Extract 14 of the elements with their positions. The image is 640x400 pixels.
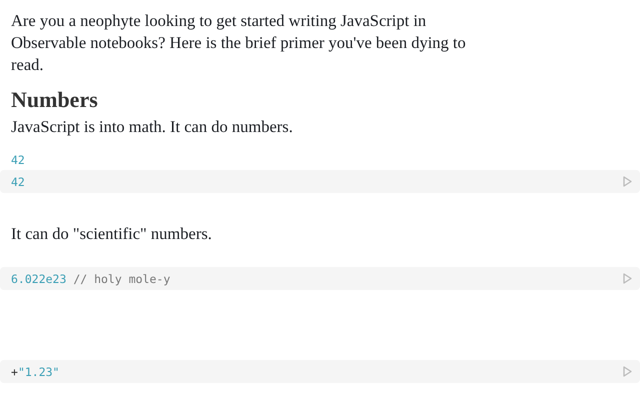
paragraph-text: It can do "scientific" numbers. <box>10 223 213 245</box>
paragraph-text: JavaScript is into math. It can do numbers. <box>10 116 294 138</box>
play-icon[interactable] <box>623 366 632 377</box>
code-cell[interactable]: 42 <box>0 170 640 193</box>
section-heading: Numbers <box>10 86 99 114</box>
code-cell[interactable]: +"1.23" <box>0 360 640 383</box>
code-text: 6.022e23 // holy mole-y <box>11 272 170 286</box>
play-icon[interactable] <box>623 176 632 187</box>
paragraph-text: Are you a neophyte looking to get started writing JavaScript in Observable notebooks? Here is the brief primer you've been dying to read. <box>10 10 467 76</box>
code-text: 42 <box>11 174 25 188</box>
code-text: +"1.23" <box>11 364 60 378</box>
cell-output: 42 <box>11 152 25 169</box>
play-icon[interactable] <box>623 273 632 284</box>
code-cell[interactable]: 6.022e23 // holy mole-y <box>0 267 640 290</box>
